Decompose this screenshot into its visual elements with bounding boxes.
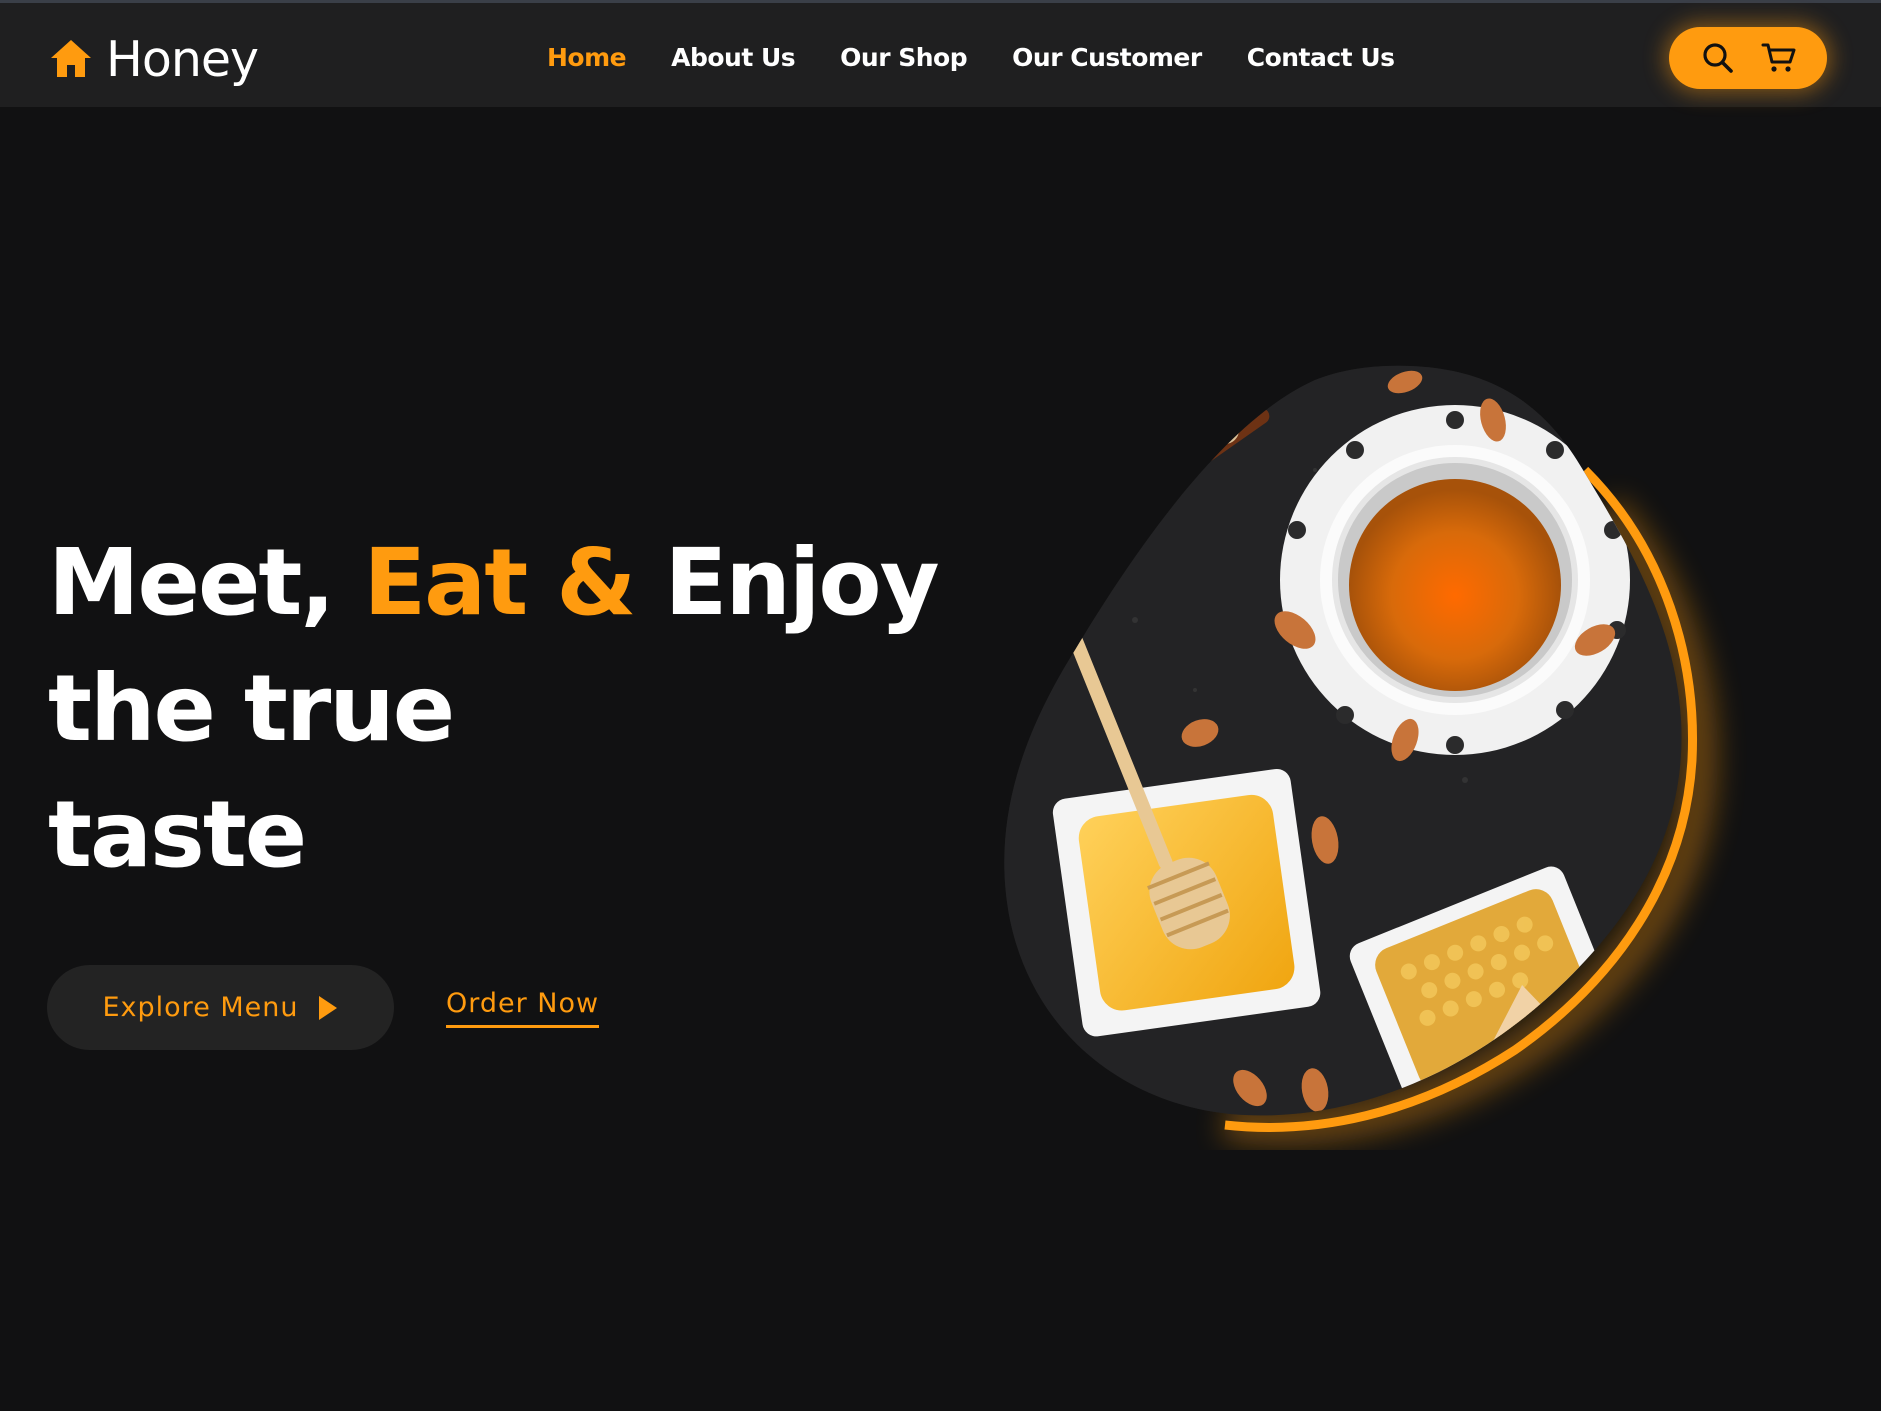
brand-name: Honey	[106, 30, 259, 88]
search-button[interactable]	[1700, 40, 1736, 76]
search-icon	[1702, 43, 1733, 73]
header-actions	[1669, 27, 1827, 89]
hero-title-accent: Eat &	[363, 529, 636, 636]
nav-item-home[interactable]: Home	[547, 43, 627, 72]
hero-title: Meet, Eat & Enjoy the true taste	[48, 520, 948, 898]
cart-icon	[1761, 43, 1795, 72]
play-icon	[318, 995, 337, 1020]
explore-menu-label: Explore Menu	[102, 992, 299, 1023]
navbar: Honey Home About Us Our Shop Our Custome…	[0, 3, 1881, 107]
hero-title-line3: taste	[48, 781, 307, 888]
main-nav: Home About Us Our Shop Our Customer Cont…	[547, 34, 1395, 80]
hero-title-part2: Enjoy	[634, 529, 940, 636]
cart-button[interactable]	[1761, 40, 1797, 76]
brand-logo[interactable]: Honey	[48, 29, 259, 89]
explore-menu-button[interactable]: Explore Menu	[47, 965, 394, 1050]
hero-title-part1: Meet,	[48, 529, 364, 636]
order-now-link[interactable]: Order Now	[446, 988, 600, 1028]
nav-item-our-shop[interactable]: Our Shop	[840, 43, 967, 72]
nav-item-our-customer[interactable]: Our Customer	[1012, 43, 1202, 72]
house-icon	[51, 40, 91, 77]
nav-item-contact-us[interactable]: Contact Us	[1247, 43, 1395, 72]
hero-title-line2: the true	[48, 655, 455, 762]
honey-plate-photo	[1004, 365, 1718, 1146]
nav-item-about-us[interactable]: About Us	[671, 43, 796, 72]
